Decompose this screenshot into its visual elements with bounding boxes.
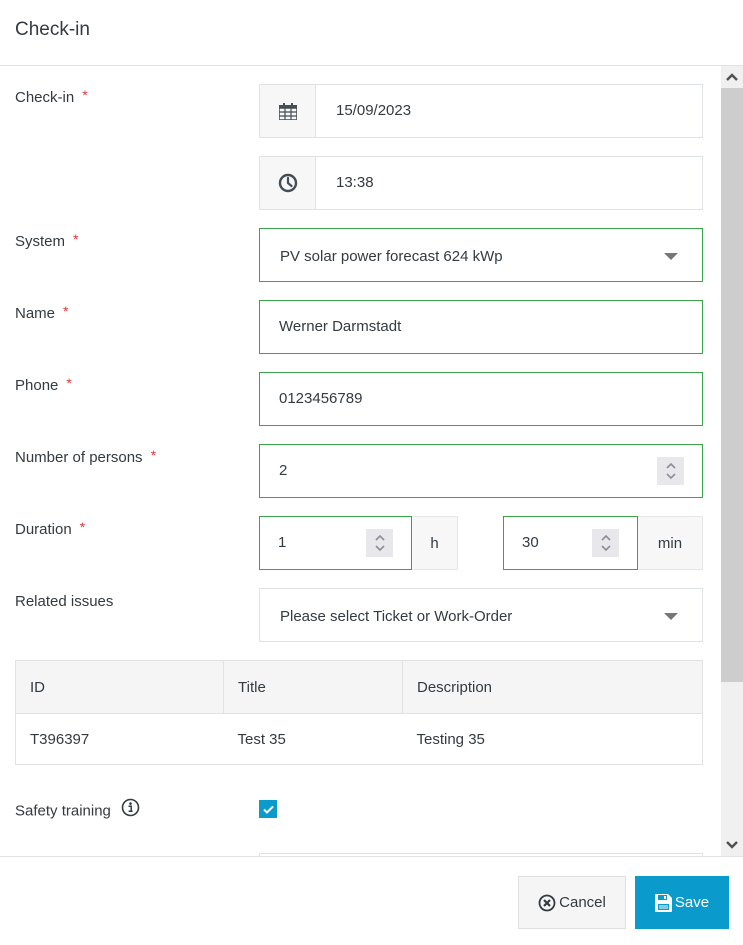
persons-number-input[interactable]: 2 (259, 444, 703, 498)
column-header-description: Description (402, 660, 703, 714)
column-header-title: Title (223, 660, 403, 714)
time-picker-button[interactable] (260, 157, 316, 209)
minutes-spinner[interactable] (592, 529, 619, 557)
duration-minutes-input[interactable]: 30 (503, 516, 638, 570)
scroll-down-button[interactable] (721, 834, 743, 856)
related-issues-placeholder: Please select Ticket or Work-Order (280, 608, 513, 625)
checkin-label: Check-in * (15, 87, 88, 106)
cell-description: Testing 35 (402, 713, 703, 765)
scroll-up-button[interactable] (721, 66, 743, 88)
chevron-down-icon (726, 841, 738, 849)
checkin-date-field[interactable]: 15/09/2023 (259, 84, 703, 138)
safety-training-label-text: Safety training (15, 802, 111, 820)
system-select[interactable]: PV solar power forecast 624 kWp (259, 228, 703, 282)
modal-title: Check-in (15, 19, 90, 40)
checkin-label-text: Check-in (15, 89, 75, 106)
chevron-down-icon (664, 253, 678, 260)
floppy-disk-icon (654, 893, 672, 912)
cell-id: T396397 (15, 713, 224, 765)
modal-footer: Cancel Save (0, 856, 743, 945)
duration-label-text: Duration (15, 521, 72, 538)
hours-spinner[interactable] (366, 529, 393, 557)
related-issues-select[interactable]: Please select Ticket or Work-Order (259, 588, 703, 642)
required-mark: * (82, 87, 88, 103)
scroll-thumb[interactable] (721, 88, 743, 682)
date-picker-button[interactable] (260, 85, 316, 137)
spin-up-down-icon (665, 462, 676, 480)
required-mark: * (63, 303, 69, 319)
duration-minutes-value[interactable]: 30 (522, 534, 539, 551)
name-input[interactable]: Werner Darmstadt (259, 300, 703, 354)
modal-header: Check-in (0, 0, 743, 66)
safety-training-checkbox[interactable] (259, 800, 277, 818)
duration-hours-value[interactable]: 1 (278, 534, 286, 551)
cancel-button[interactable]: Cancel (518, 876, 626, 929)
system-selected-value: PV solar power forecast 624 kWp (280, 248, 503, 265)
name-value[interactable]: Werner Darmstadt (279, 318, 401, 335)
save-label: Save (674, 894, 710, 911)
column-header-id: ID (15, 660, 224, 714)
persons-spinner[interactable] (657, 457, 684, 485)
clock-icon (278, 173, 297, 193)
required-mark: * (150, 447, 157, 463)
required-mark: * (73, 231, 79, 247)
system-label-text: System (15, 233, 66, 250)
close-circle-icon (538, 894, 556, 911)
cancel-label: Cancel (559, 894, 606, 911)
duration-label: Duration * (15, 519, 86, 538)
table-header-row: ID Title Description (15, 660, 703, 714)
phone-label-text: Phone (15, 377, 59, 394)
hours-unit: h (412, 516, 458, 570)
table-row[interactable]: T396397 Test 35 Testing 35 (15, 713, 703, 765)
info-icon[interactable] (121, 798, 140, 821)
related-issues-label: Related issues (15, 593, 114, 610)
required-mark: * (79, 519, 86, 535)
check-icon (262, 805, 274, 814)
cell-title: Test 35 (223, 713, 403, 765)
checkin-time-field[interactable]: 13:38 (259, 156, 703, 210)
spin-up-down-icon (374, 534, 385, 552)
chevron-down-icon (664, 613, 678, 620)
safety-training-label: Safety training (15, 798, 140, 823)
spin-up-down-icon (600, 534, 611, 552)
minutes-unit: min (638, 516, 703, 570)
phone-value[interactable]: 0123456789 (279, 390, 362, 407)
modal-body: Check-in * 15/09/2023 13:38 System * PV … (0, 66, 743, 856)
related-issues-table: ID Title Description T396397 Test 35 Tes… (15, 660, 703, 765)
phone-label: Phone * (15, 375, 72, 394)
chevron-up-icon (726, 73, 738, 81)
persons-value[interactable]: 2 (279, 462, 287, 479)
required-mark: * (66, 375, 72, 391)
calendar-icon (278, 102, 297, 120)
persons-label-text: Number of persons (15, 449, 143, 466)
save-button[interactable]: Save (635, 876, 729, 929)
checkin-time-value[interactable]: 13:38 (336, 174, 374, 191)
duration-hours-input[interactable]: 1 (259, 516, 412, 570)
name-label-text: Name (15, 305, 56, 322)
phone-input[interactable]: 0123456789 (259, 372, 703, 426)
name-label: Name * (15, 303, 69, 322)
scrollbar[interactable] (721, 66, 743, 856)
system-label: System * (15, 231, 79, 250)
persons-label: Number of persons * (15, 447, 157, 466)
checkin-date-value[interactable]: 15/09/2023 (336, 102, 411, 119)
